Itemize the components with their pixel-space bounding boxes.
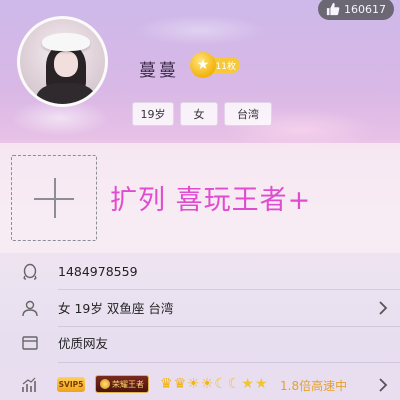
friend-type-text: 优质网友 [58, 336, 109, 351]
svip-badge: SVIP5 [57, 377, 85, 392]
game-rank-label: 荣耀王者 [112, 379, 144, 389]
penguin-icon [23, 263, 37, 280]
avatar[interactable] [17, 16, 108, 107]
star-level-icon: ★ [254, 376, 268, 392]
like-button[interactable]: 160617 [318, 0, 394, 20]
qq-number-row[interactable]: 1484978559 [0, 253, 400, 290]
person-icon [22, 300, 38, 316]
star-level-icon: ★ [241, 376, 254, 392]
friend-type-row[interactable]: 优质网友 [0, 324, 400, 361]
tag-location: 台湾 [224, 102, 272, 126]
profile-info-text: 女 19岁 双鱼座 台湾 [58, 301, 174, 316]
game-rank-badge: 荣耀王者 [95, 375, 149, 393]
gem-icon [100, 379, 110, 389]
crown-level-icon: ♛ [160, 376, 173, 392]
moon-level-icon: ☾ [227, 376, 241, 392]
speed-text: 1.8倍高速中 [280, 379, 348, 393]
card-icon [22, 335, 38, 350]
crown-icon: ★ [190, 52, 216, 78]
crown-level-icon: ♛ [173, 376, 187, 392]
moon-level-icon: ☾ [214, 376, 227, 392]
vip-row[interactable]: SVIP5 荣耀王者 ♛ ♛ ☀ ☀ ☾ ☾ ★ ★ 1.8倍高速中 [0, 370, 400, 400]
level-badge[interactable]: 11枚 ★ [190, 52, 242, 78]
qq-number: 1484978559 [58, 264, 138, 279]
sun-level-icon: ☀ [187, 376, 200, 392]
profile-info-row[interactable]: 女 19岁 双鱼座 台湾 [0, 289, 400, 326]
thumbs-up-icon [326, 2, 340, 16]
like-count: 160617 [344, 2, 386, 16]
tag-gender: 女 [180, 102, 218, 126]
tag-age: 19岁 [132, 102, 174, 126]
chevron-right-icon [379, 378, 388, 392]
nickname: 蔓蔓 [139, 61, 179, 81]
divider [58, 362, 400, 363]
qq-level-icons: ♛ ♛ ☀ ☀ ☾ ☾ ★ ★ [160, 374, 268, 394]
profile-tags: 19岁 女 台湾 [132, 102, 272, 126]
add-photo-button[interactable] [11, 155, 97, 241]
chevron-right-icon [379, 300, 388, 315]
sun-level-icon: ☀ [200, 376, 214, 392]
signature-text: 扩列 喜玩王者+ [110, 185, 312, 216]
growth-chart-icon [22, 377, 36, 392]
